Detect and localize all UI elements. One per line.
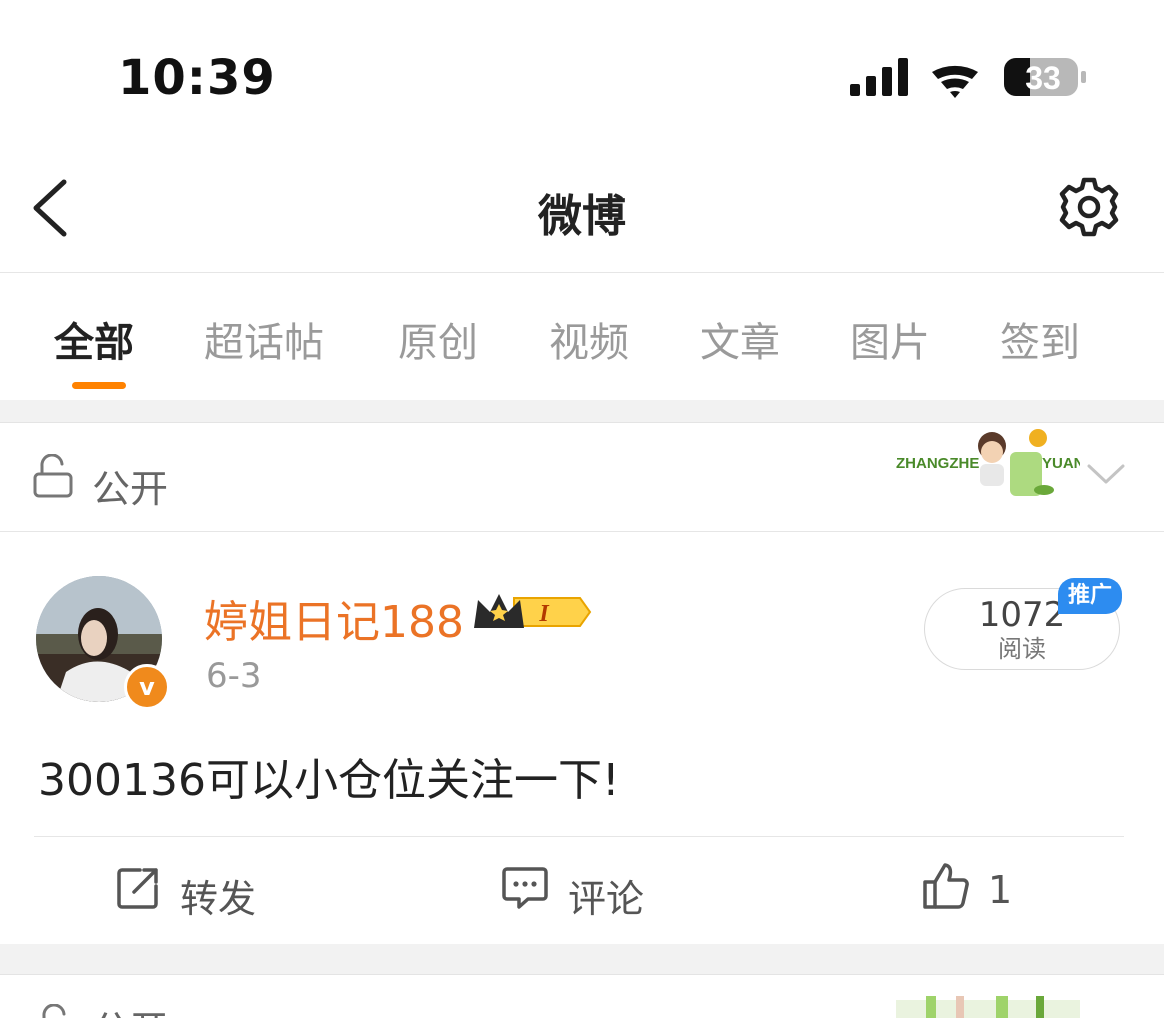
- section-separator: [0, 400, 1164, 422]
- action-divider: [34, 836, 1124, 837]
- tab-checkin[interactable]: 签到: [1000, 310, 1080, 368]
- battery-icon: 33: [1004, 58, 1086, 96]
- status-icons: 33: [848, 56, 1088, 104]
- read-count-label: 阅读: [998, 635, 1046, 663]
- status-time: 10:39: [118, 50, 276, 106]
- cellular-signal-icon: [850, 58, 908, 96]
- next-card-decoration: [896, 996, 1080, 1018]
- page-title: 微博: [538, 191, 626, 242]
- card-separator-line: [0, 974, 1164, 975]
- chevron-down-icon[interactable]: [1086, 462, 1126, 486]
- post-text[interactable]: 300136可以小仓位关注一下!: [38, 744, 620, 808]
- promote-badge[interactable]: 推广: [1058, 578, 1122, 614]
- post-date: 6-3: [206, 656, 262, 696]
- comment-button[interactable]: 评论: [568, 868, 644, 923]
- next-unlock-icon: [34, 1004, 74, 1018]
- card-decoration-image: ZHANGZHE YUAN: [894, 426, 1085, 502]
- like-count[interactable]: 1: [988, 868, 1012, 912]
- row-divider: [0, 531, 1164, 532]
- decoration-text-left: ZHANGZHE: [896, 455, 979, 472]
- visibility-label: 公开: [92, 467, 169, 511]
- vip-level: I: [538, 601, 550, 627]
- tab-article[interactable]: 文章: [700, 310, 780, 368]
- comment-icon[interactable]: [502, 866, 548, 910]
- tab-super-topic[interactable]: 超话帖: [204, 310, 324, 368]
- gear-icon[interactable]: [1058, 176, 1120, 238]
- card-separator: [0, 944, 1164, 974]
- nav-divider: [0, 272, 1164, 273]
- unlock-icon: [32, 453, 74, 498]
- decoration-text-right: YUAN: [1042, 455, 1080, 472]
- author-name[interactable]: 婷姐日记188: [204, 586, 464, 650]
- wifi-icon: [932, 65, 978, 98]
- tab-video[interactable]: 视频: [549, 310, 629, 368]
- next-visibility-label: 公开: [92, 1008, 168, 1018]
- vip-crown-badge[interactable]: I: [472, 588, 596, 636]
- tab-image[interactable]: 图片: [850, 310, 930, 368]
- repost-icon[interactable]: [116, 866, 160, 910]
- section-separator-line: [0, 422, 1164, 423]
- verified-badge: v: [124, 664, 170, 710]
- tab-all[interactable]: 全部: [54, 310, 134, 368]
- battery-level: 33: [1025, 60, 1061, 96]
- like-icon[interactable]: [922, 862, 970, 910]
- tab-original[interactable]: 原创: [398, 310, 478, 368]
- active-tab-indicator: [72, 382, 126, 389]
- repost-button[interactable]: 转发: [180, 868, 256, 923]
